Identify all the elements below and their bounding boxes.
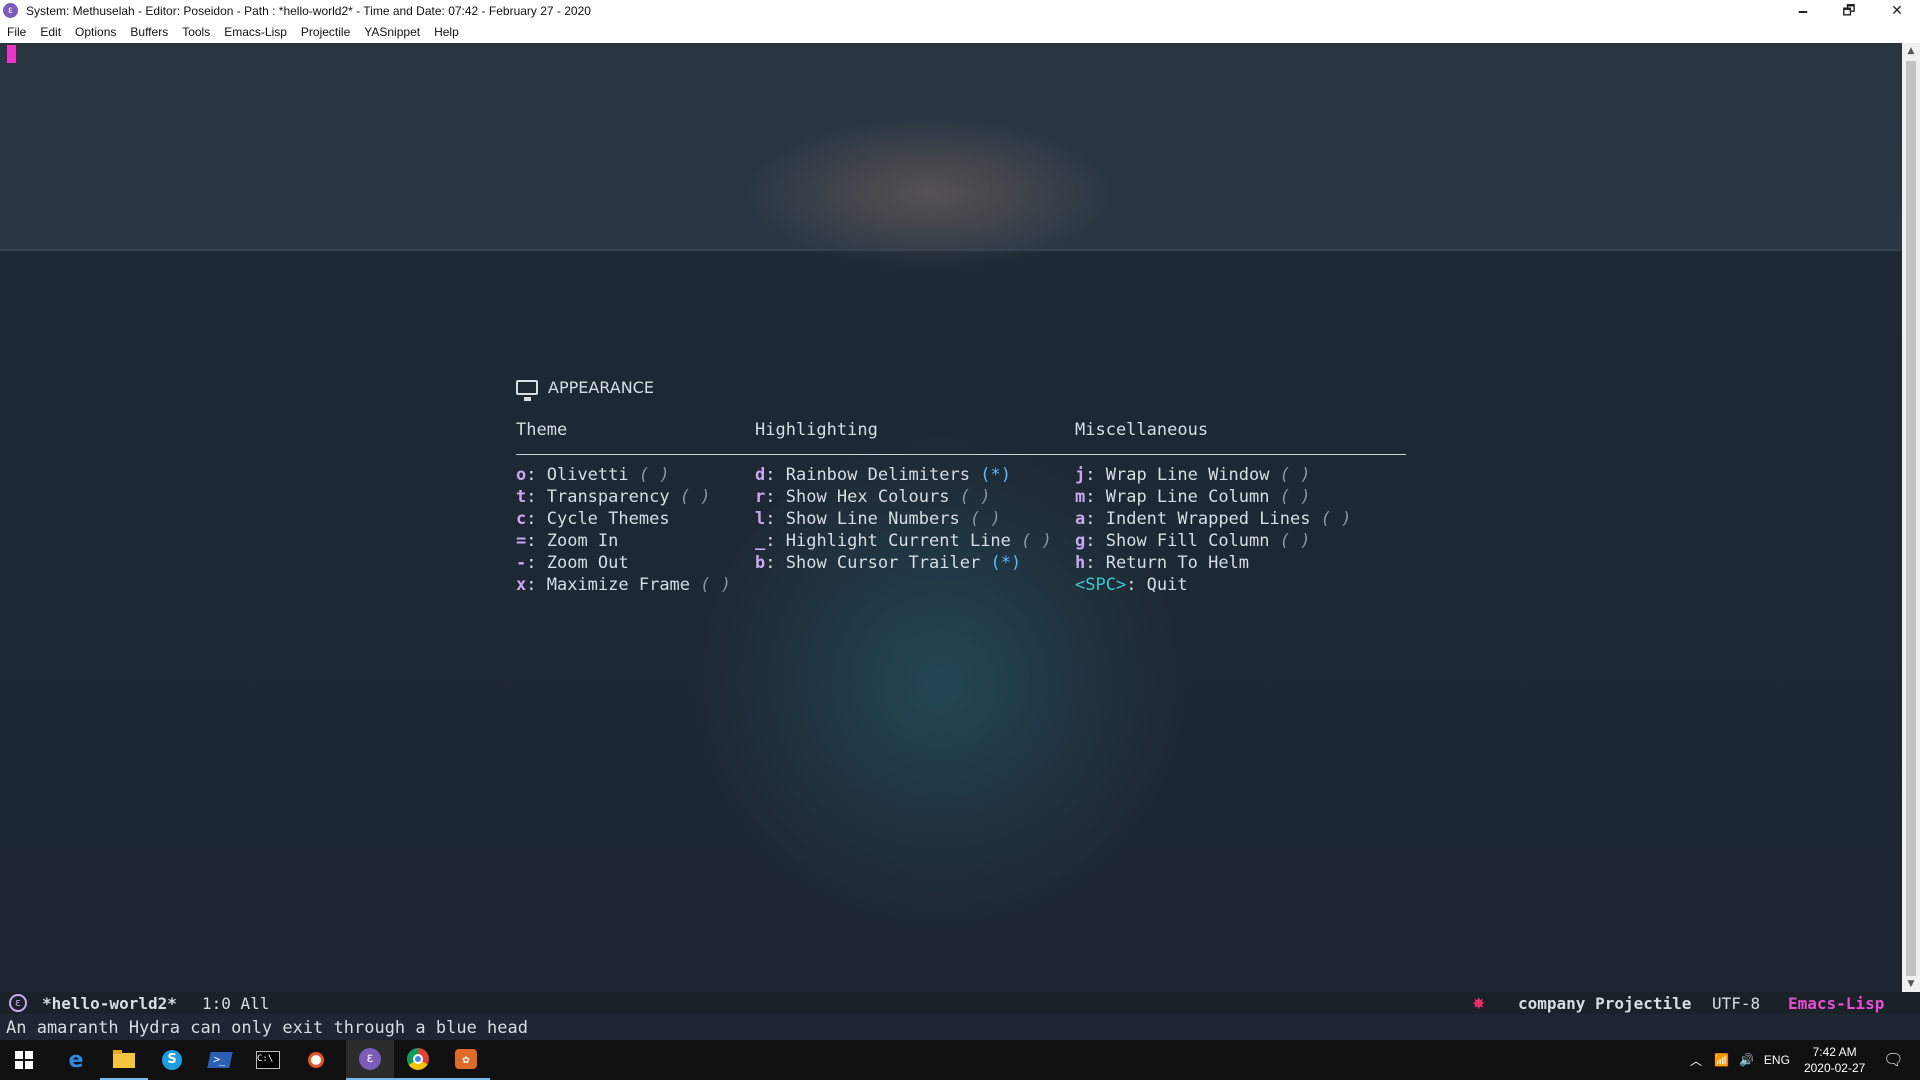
hydra-title: APPEARANCE: [548, 377, 654, 397]
menu-tools[interactable]: Tools: [175, 22, 217, 43]
file-explorer-icon[interactable]: [100, 1040, 148, 1080]
column-heading-miscellaneous: Miscellaneous: [1075, 420, 1209, 440]
hydra-item[interactable]: l: Show Line Numbers ( ): [755, 508, 1052, 530]
background-horizon: [0, 249, 1902, 251]
bug-icon[interactable]: ✸: [1472, 994, 1485, 1013]
hydra-item[interactable]: j: Wrap Line Window ( ): [1075, 464, 1351, 486]
buffer-name[interactable]: *hello-world2*: [42, 994, 177, 1013]
edge-icon[interactable]: e: [52, 1040, 100, 1080]
hydra-item[interactable]: x: Maximize Frame ( ): [516, 574, 731, 596]
monitor-icon: [516, 379, 538, 401]
mode-line: ε *hello-world2* 1:0 All ✸ company Proje…: [0, 992, 1920, 1014]
hydra-item[interactable]: b: Show Cursor Trailer (*): [755, 552, 1052, 574]
hydra-item[interactable]: o: Olivetti ( ): [516, 464, 731, 486]
hydra-column-miscellaneous: j: Wrap Line Window ( ) m: Wrap Line Col…: [1075, 464, 1351, 596]
hydra-divider: [516, 454, 1406, 455]
hydra-item[interactable]: h: Return To Helm: [1075, 552, 1351, 574]
menu-options[interactable]: Options: [68, 22, 123, 43]
menu-file[interactable]: File: [0, 22, 33, 43]
emacs-icon: ε: [3, 3, 18, 18]
skype-icon[interactable]: S: [148, 1040, 196, 1080]
volume-icon[interactable]: 🔊: [1739, 1053, 1754, 1067]
echo-message: An amaranth Hydra can only exit through …: [6, 1018, 528, 1038]
title-bar: ε System: Methuselah - Editor: Poseidon …: [0, 0, 1920, 22]
scroll-up-icon[interactable]: ▲: [1902, 43, 1920, 59]
hydra-item[interactable]: r: Show Hex Colours ( ): [755, 486, 1052, 508]
chrome-icon[interactable]: [394, 1040, 442, 1080]
hydra-column-highlighting: d: Rainbow Delimiters (*) r: Show Hex Co…: [755, 464, 1052, 574]
tray-expand-icon[interactable]: ︿: [1690, 1052, 1702, 1069]
encoding-indicator[interactable]: UTF-8: [1712, 994, 1760, 1013]
hydra-item[interactable]: t: Transparency ( ): [516, 486, 731, 508]
language-indicator[interactable]: ENG: [1764, 1053, 1790, 1067]
major-mode[interactable]: Emacs-Lisp: [1788, 994, 1884, 1013]
emacs-icon: ε: [9, 994, 27, 1012]
vertical-scrollbar[interactable]: ▲ ▼: [1902, 43, 1920, 992]
hydra-appearance-menu: APPEARANCE Theme Highlighting Miscellane…: [516, 372, 1406, 595]
hydra-item[interactable]: _: Highlight Current Line ( ): [755, 530, 1052, 552]
scroll-down-icon[interactable]: ▼: [1902, 976, 1920, 992]
scrollbar-thumb[interactable]: [1906, 61, 1916, 976]
menu-buffers[interactable]: Buffers: [123, 22, 175, 43]
column-heading-highlighting: Highlighting: [755, 420, 878, 440]
menu-edit[interactable]: Edit: [33, 22, 68, 43]
terminal-icon[interactable]: C:\: [244, 1040, 292, 1080]
echo-area: An amaranth Hydra can only exit through …: [0, 1014, 1920, 1040]
hydra-item[interactable]: m: Wrap Line Column ( ): [1075, 486, 1351, 508]
ubuntu-icon[interactable]: [292, 1040, 340, 1080]
hydra-header: APPEARANCE: [516, 372, 1406, 402]
clock-date: 2020-02-27: [1803, 1061, 1866, 1075]
clock-time: 7:42 AM: [1812, 1045, 1857, 1059]
menu-projectile[interactable]: Projectile: [294, 22, 357, 43]
hydra-item[interactable]: <SPC>: Quit: [1075, 574, 1351, 596]
hydra-column-headings: Theme Highlighting Miscellaneous: [516, 402, 1406, 446]
notification-icon[interactable]: 🗨: [1883, 1050, 1903, 1070]
taskbar: e S >_ C:\ ε ✿ ︿ 📶 🔊 ENG 7:42 AM 2020-02…: [0, 1040, 1920, 1080]
minor-modes[interactable]: company Projectile: [1518, 994, 1691, 1013]
cursor-position: 1:0 All: [202, 994, 270, 1013]
hydra-item[interactable]: a: Indent Wrapped Lines ( ): [1075, 508, 1351, 530]
text-cursor: [7, 45, 16, 63]
menu-help[interactable]: Help: [427, 22, 466, 43]
hydra-column-theme: o: Olivetti ( ) t: Transparency ( ) c: C…: [516, 464, 731, 596]
hydra-item[interactable]: d: Rainbow Delimiters (*): [755, 464, 1052, 486]
restore-button[interactable]: 🗗: [1826, 0, 1872, 22]
hydra-item[interactable]: c: Cycle Themes: [516, 508, 731, 530]
gimp-icon[interactable]: ✿: [442, 1040, 490, 1080]
system-tray: ︿ 📶 🔊 ENG 7:42 AM 2020-02-27 🗨: [1690, 1040, 1904, 1080]
powershell-icon[interactable]: >_: [196, 1040, 244, 1080]
minimize-button[interactable]: 🗕: [1780, 0, 1826, 22]
menu-emacs-lisp[interactable]: Emacs-Lisp: [217, 22, 294, 43]
window-title: System: Methuselah - Editor: Poseidon - …: [26, 4, 591, 18]
network-icon[interactable]: 📶: [1714, 1053, 1729, 1067]
clock[interactable]: 7:42 AM 2020-02-27: [1804, 1044, 1865, 1076]
hydra-item[interactable]: g: Show Fill Column ( ): [1075, 530, 1351, 552]
emacs-icon[interactable]: ε: [346, 1040, 394, 1080]
menu-bar: File Edit Options Buffers Tools Emacs-Li…: [0, 22, 1920, 44]
menu-yasnippet[interactable]: YASnippet: [357, 22, 427, 43]
windows-start-icon[interactable]: [0, 1040, 48, 1080]
column-heading-theme: Theme: [516, 420, 568, 440]
hydra-item[interactable]: -: Zoom Out: [516, 552, 731, 574]
close-button[interactable]: ✕: [1874, 0, 1920, 22]
hydra-item[interactable]: =: Zoom In: [516, 530, 731, 552]
